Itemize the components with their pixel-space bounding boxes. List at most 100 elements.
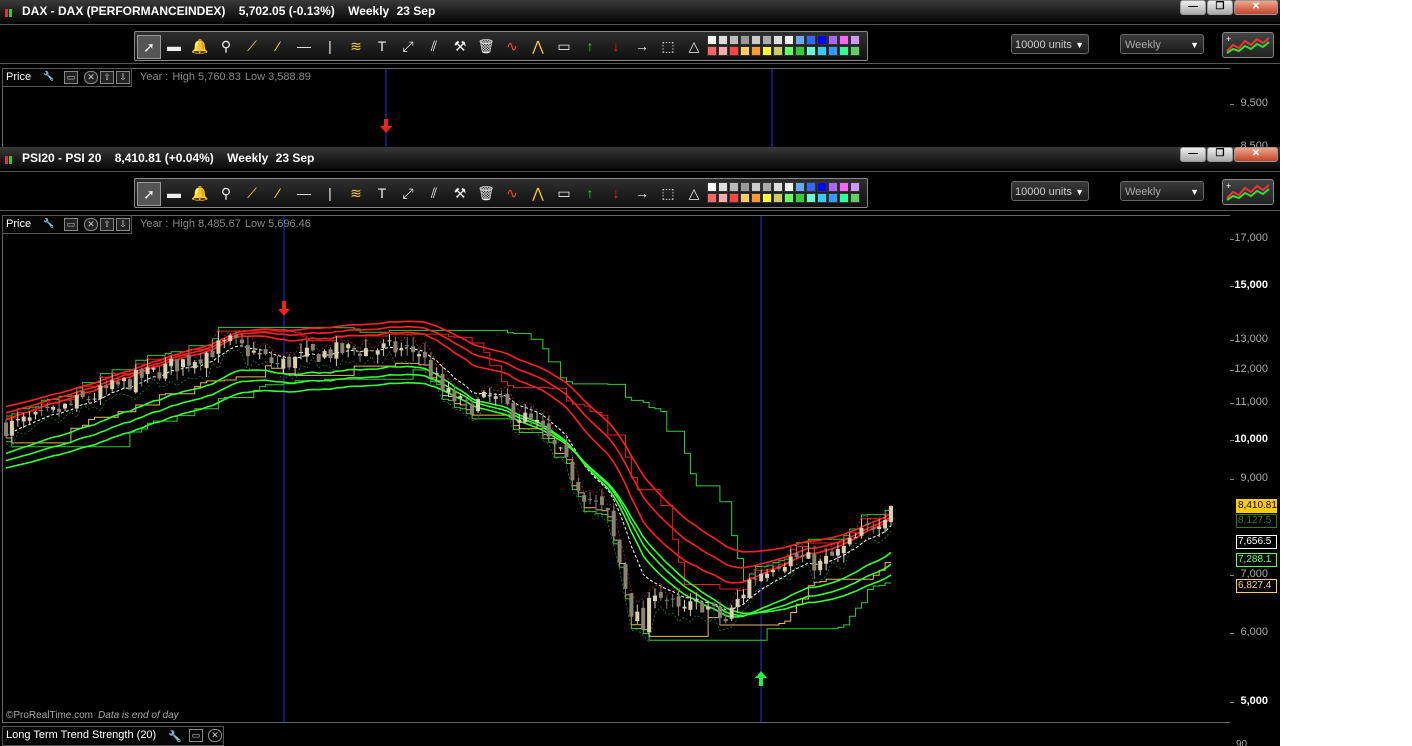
color-swatch[interactable] (773, 35, 783, 45)
color-swatch[interactable] (762, 46, 772, 56)
pointer-icon[interactable]: ➚ (137, 182, 161, 206)
rectangle-icon[interactable]: ▭ (553, 182, 575, 204)
color-swatch[interactable] (718, 182, 728, 192)
color-swatch[interactable] (718, 193, 728, 203)
color-swatch[interactable] (795, 35, 805, 45)
color-swatch[interactable] (707, 193, 717, 203)
color-swatch[interactable] (740, 193, 750, 203)
segment-icon[interactable]: ⟋ (241, 35, 263, 57)
wrench-icon[interactable]: 🔧 (43, 71, 55, 82)
zoom-icon[interactable]: ⚲ (215, 35, 237, 57)
color-swatch[interactable] (751, 46, 761, 56)
color-swatch[interactable] (740, 35, 750, 45)
color-swatch[interactable] (740, 182, 750, 192)
horizontal-line-icon[interactable]: — (293, 182, 315, 204)
color-swatch[interactable] (795, 46, 805, 56)
text-icon[interactable]: T (371, 182, 393, 204)
psi20-title-bar[interactable]: PSI20 - PSI 20 8,410.81 (+0.04%) Weekly … (0, 147, 1280, 169)
color-swatch[interactable] (850, 46, 860, 56)
move-up-icon[interactable]: ⇧ (100, 71, 114, 84)
right-arrow-icon[interactable]: → (631, 182, 653, 204)
psi20-price-axis[interactable]: 5,000 6,000 7,000 9,000 10,000 11,000 12,000 13… (1230, 215, 1280, 725)
color-swatch[interactable] (784, 193, 794, 203)
tools-icon[interactable]: ⚒ (449, 35, 471, 57)
color-swatch[interactable] (707, 46, 717, 56)
color-swatch[interactable] (839, 35, 849, 45)
close-icon[interactable]: ✕ (208, 729, 222, 742)
window-icon[interactable]: ▭ (189, 729, 203, 742)
rectangle-icon[interactable]: ▭ (553, 35, 575, 57)
segment-icon[interactable]: ⟋ (241, 182, 263, 204)
color-swatch[interactable] (718, 46, 728, 56)
zoom-icon[interactable]: ⚲ (215, 182, 237, 204)
zigzag-icon[interactable]: ⋀ (527, 182, 549, 204)
wrench-icon[interactable]: 🔧 (43, 218, 55, 229)
color-swatch[interactable] (762, 182, 772, 192)
period-select[interactable]: Weekly ▼ (1120, 181, 1204, 201)
ruler-icon[interactable]: ▬ (163, 182, 185, 204)
close-button[interactable]: ✕ (1234, 0, 1278, 15)
vertical-line-icon[interactable]: | (319, 35, 341, 57)
window-icon[interactable]: ▭ (64, 71, 78, 84)
chart-type-button[interactable]: + (1222, 179, 1274, 205)
trend-line-icon[interactable]: ⁄ (267, 182, 289, 204)
color-swatch[interactable] (795, 193, 805, 203)
trash-icon[interactable]: 🗑 (475, 182, 497, 204)
pointer-icon[interactable]: ➚ (137, 35, 161, 59)
move-down-icon[interactable]: ⇩ (116, 71, 130, 84)
color-swatch[interactable] (729, 35, 739, 45)
color-swatch[interactable] (729, 182, 739, 192)
down-arrow-icon[interactable]: ↓ (605, 182, 627, 204)
units-select[interactable]: 10000 units ▼ (1011, 34, 1089, 54)
color-swatch[interactable] (784, 182, 794, 192)
close-icon[interactable]: ✕ (84, 71, 98, 84)
channel-icon[interactable]: ⫽ (423, 35, 445, 57)
color-swatch[interactable] (817, 46, 827, 56)
dax-title-bar[interactable]: DAX - DAX (PERFORMANCEINDEX) 5,702.05 (-… (0, 0, 1280, 22)
color-swatch[interactable] (729, 193, 739, 203)
color-swatch[interactable] (817, 35, 827, 45)
tools-icon[interactable]: ⚒ (449, 182, 471, 204)
wrench-icon[interactable]: 🔧 (168, 729, 182, 746)
color-swatch[interactable] (773, 182, 783, 192)
expand-icon[interactable]: ⤢ (397, 182, 419, 204)
color-swatch[interactable] (828, 182, 838, 192)
down-arrow-icon[interactable]: ↓ (605, 35, 627, 57)
color-swatch[interactable] (718, 35, 728, 45)
window-icon[interactable]: ▭ (64, 218, 78, 231)
trash-icon[interactable]: 🗑 (475, 35, 497, 57)
ma-icon[interactable]: ∿ (501, 182, 523, 204)
color-swatch[interactable] (828, 35, 838, 45)
units-select[interactable]: 10000 units ▼ (1011, 181, 1089, 201)
channel-icon[interactable]: ⫽ (423, 182, 445, 204)
color-swatch[interactable] (806, 182, 816, 192)
color-swatch[interactable] (828, 46, 838, 56)
restore-button[interactable]: ❐ (1207, 147, 1233, 162)
fibonacci-icon[interactable]: ≋ (345, 182, 367, 204)
horizontal-line-icon[interactable]: — (293, 35, 315, 57)
expand-icon[interactable]: ⤢ (397, 35, 419, 57)
right-arrow-icon[interactable]: → (631, 35, 653, 57)
color-swatch[interactable] (751, 193, 761, 203)
minimize-button[interactable]: — (1180, 0, 1206, 15)
vertical-line-icon[interactable]: | (319, 182, 341, 204)
color-swatch[interactable] (828, 193, 838, 203)
color-swatch[interactable] (762, 35, 772, 45)
color-swatch[interactable] (839, 46, 849, 56)
close-button[interactable]: ✕ (1234, 147, 1278, 162)
color-swatch[interactable] (751, 35, 761, 45)
up-arrow-icon[interactable]: ↑ (579, 182, 601, 204)
alarm-bell-icon[interactable]: 🔔 (189, 35, 211, 57)
move-up-icon[interactable]: ⇧ (100, 218, 114, 231)
triangle-icon[interactable]: △ (683, 35, 705, 57)
up-arrow-icon[interactable]: ↑ (579, 35, 601, 57)
minimize-button[interactable]: — (1180, 147, 1206, 162)
color-swatch[interactable] (751, 182, 761, 192)
triangle-icon[interactable]: △ (683, 182, 705, 204)
color-swatch[interactable] (806, 193, 816, 203)
ma-icon[interactable]: ∿ (501, 35, 523, 57)
color-swatch[interactable] (850, 193, 860, 203)
color-swatch[interactable] (729, 46, 739, 56)
color-swatch[interactable] (740, 46, 750, 56)
chart-type-button[interactable]: + (1222, 32, 1274, 58)
